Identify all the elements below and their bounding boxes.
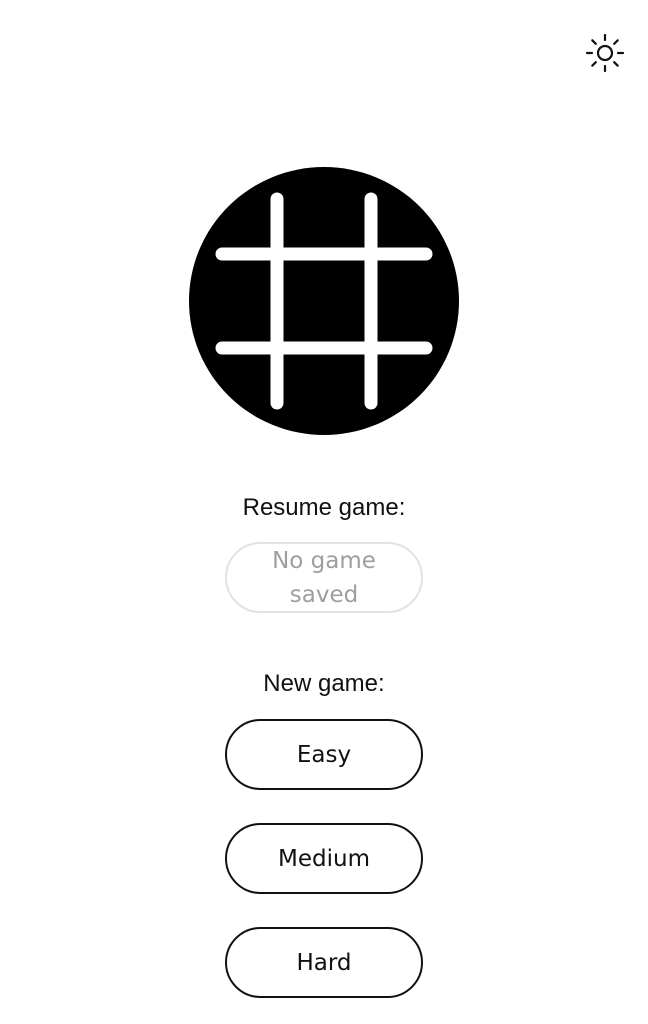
new-game-label: New game: [263,670,385,697]
medium-button-label: Medium [278,845,370,872]
app-logo [189,166,459,436]
theme-toggle-button[interactable] [583,31,627,75]
tic-tac-toe-grid-icon [189,167,459,435]
resume-game-button[interactable]: No game saved [225,542,423,613]
medium-button[interactable]: Medium [225,823,423,894]
easy-button-label: Easy [296,741,352,768]
easy-button[interactable]: Easy [225,719,423,790]
hard-button[interactable]: Hard [225,927,423,998]
resume-game-button-label: No game saved [272,547,376,608]
resume-game-label: Resume game: [242,494,406,521]
hard-button-label: Hard [296,949,352,976]
sun-icon [585,33,625,73]
